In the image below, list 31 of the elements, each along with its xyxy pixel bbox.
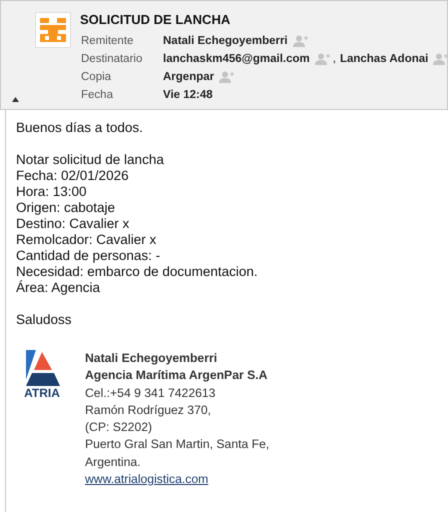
body-text: Remolcador: Cavalier x [16, 232, 158, 248]
contact-name[interactable]: Lanchas Adonai [340, 53, 428, 65]
contact-name[interactable]: Natali Echegoyemberri [163, 35, 288, 47]
body-text: Destino: Cavalier x [16, 216, 130, 232]
date-value: Vie 12:48 [163, 89, 213, 101]
signature-line: Puerto Gral San Martin, Santa Fe, [85, 436, 270, 454]
body-text: Hora: 13:00 [16, 184, 88, 200]
signature-line: Ramón Rodríguez 370, [85, 402, 212, 419]
body-text: Buenos días a todos. [16, 120, 144, 136]
signature-line: (CP: S2202) [85, 419, 154, 436]
logo-text: ATRIA [24, 386, 60, 400]
contact-name[interactable]: lanchaskm456@gmail.com [163, 53, 310, 65]
field-label: Remitente [81, 35, 134, 47]
website-link[interactable]: www.atrialogistica.com [85, 472, 208, 486]
body-text: Necesidad: embarco de documentacion. [16, 264, 259, 280]
field-label: Destinatario [81, 53, 144, 65]
signature-name: Natali Echegoyemberri [85, 350, 218, 367]
body-text: Notar solicitud de lancha [16, 152, 165, 168]
signature-line: Argentina. [85, 454, 142, 471]
signature-line: Cel.:+54 9 341 7422613 [85, 384, 216, 402]
contact-name[interactable]: Argenpar [163, 71, 214, 83]
field-label: Fecha [81, 89, 114, 101]
body-text: Fecha: 02/01/2026 [16, 168, 130, 184]
email-subject: SOLICITUD DE LANCHA [80, 12, 232, 29]
body-text: Área: Agencia [16, 280, 102, 296]
body-text: Origen: cabotaje [16, 200, 116, 216]
field-label: Copia [81, 71, 112, 83]
company-name: Agencia Marítima ArgenPar S.A [85, 367, 268, 384]
body-text: Cantidad de personas: - [16, 248, 162, 264]
body-text: Saludoss [16, 312, 73, 328]
separator-text: , [332, 53, 336, 65]
